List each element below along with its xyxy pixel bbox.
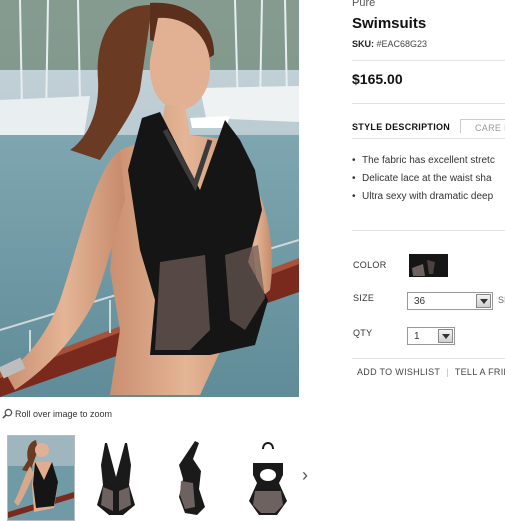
- divider: [352, 60, 505, 61]
- divider: [352, 358, 505, 359]
- product-brand[interactable]: Pure: [352, 0, 375, 9]
- sku-label: SKU:: [352, 39, 374, 49]
- sku-value: #EAC68G23: [376, 39, 428, 49]
- zoom-hint: Roll over image to zoom: [2, 408, 112, 419]
- product-price: $165.00: [352, 71, 403, 87]
- add-to-wishlist-link[interactable]: ADD TO WISHLIST: [357, 367, 440, 377]
- color-swatch[interactable]: [409, 254, 448, 277]
- divider: [352, 103, 505, 104]
- thumbnail-back[interactable]: [235, 435, 301, 519]
- thumbnail-model[interactable]: [7, 435, 75, 521]
- thumbnail-strip: ›: [0, 433, 320, 521]
- size-label: SIZE: [353, 293, 375, 303]
- product-title: Swimsuits: [352, 15, 427, 32]
- product-sku: SKU: #EAC68G23: [352, 39, 427, 49]
- size-chart-link[interactable]: SI: [498, 295, 505, 305]
- chevron-down-icon[interactable]: [476, 294, 491, 308]
- product-actions: ADD TO WISHLIST | TELL A FRIE: [357, 367, 505, 377]
- tab-style-description[interactable]: STYLE DESCRIPTION: [352, 122, 450, 132]
- size-select[interactable]: 36: [407, 292, 493, 310]
- list-item: • The fabric has excellent stretc: [352, 155, 495, 166]
- main-product-image[interactable]: [0, 0, 299, 397]
- magnifier-icon: [2, 408, 13, 419]
- qty-select[interactable]: 1: [407, 327, 455, 345]
- list-item: • Delicate lace at the waist sha: [352, 173, 492, 184]
- tab-care[interactable]: CARE I: [460, 119, 505, 133]
- size-value: 36: [414, 296, 426, 307]
- thumbnail-front[interactable]: [83, 435, 149, 519]
- description-list: • The fabric has excellent stretc • Delica…: [352, 155, 505, 209]
- tell-a-friend-link[interactable]: TELL A FRIE: [455, 367, 505, 377]
- qty-value: 1: [414, 331, 420, 342]
- divider: [352, 230, 505, 231]
- zoom-hint-text: Roll over image to zoom: [15, 408, 113, 419]
- list-item: • Ultra sexy with dramatic deep: [352, 191, 494, 202]
- tab-underline: [352, 138, 505, 139]
- next-thumbnail-arrow-icon[interactable]: ›: [302, 465, 308, 486]
- thumbnail-side[interactable]: [159, 435, 225, 519]
- color-label: COLOR: [353, 260, 387, 270]
- qty-label: QTY: [353, 328, 373, 338]
- chevron-down-icon[interactable]: [438, 329, 453, 343]
